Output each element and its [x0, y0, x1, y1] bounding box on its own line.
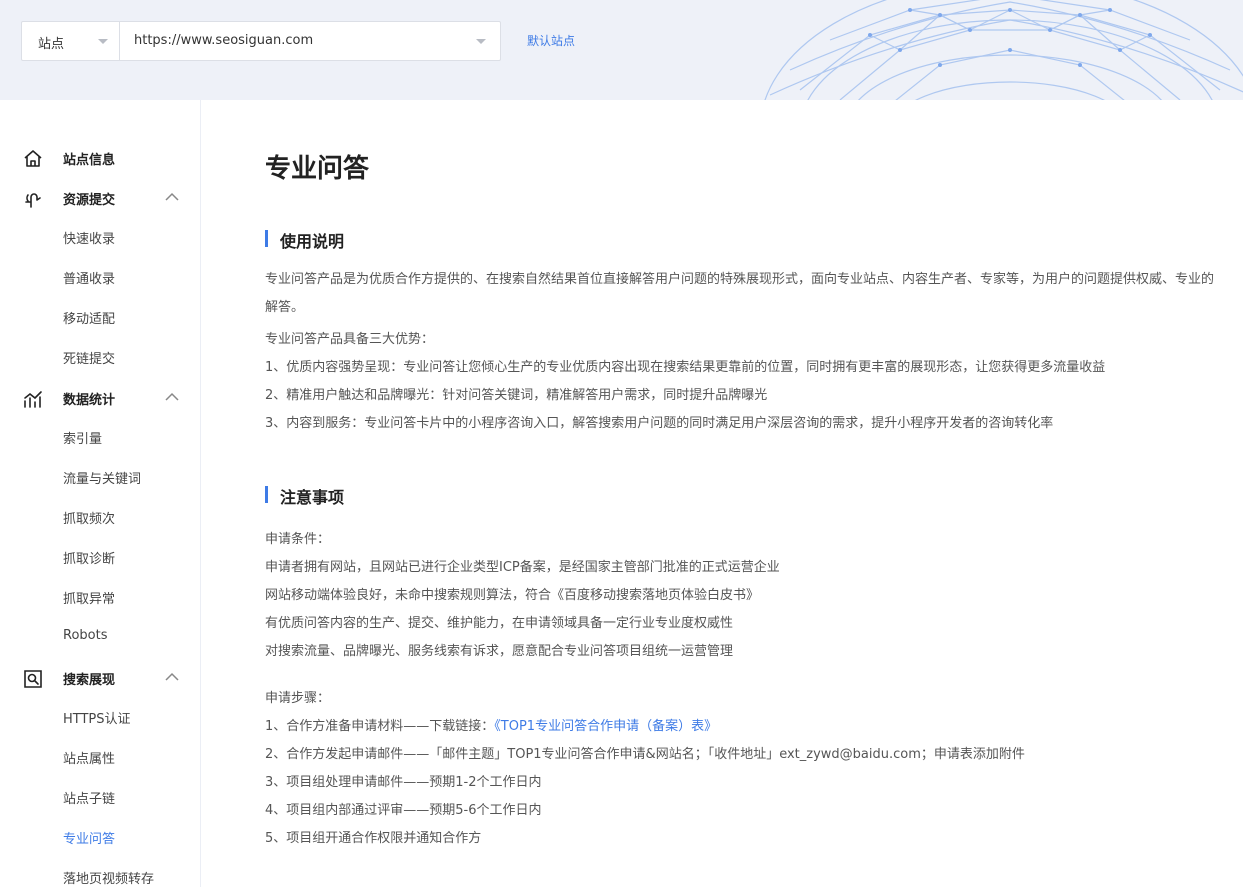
main-content: 专业问答 使用说明 专业问答产品是为优质合作方提供的、在搜索自然结果首位直接解答…	[201, 100, 1243, 887]
sidebar-item-quick-index[interactable]: 快速收录	[0, 217, 200, 257]
step-item: 4、项目组内部通过评审——预期5-6个工作日内	[265, 803, 542, 818]
advantage-item: 2、精准用户触达和品牌曝光：针对问答关键词，精准解答用户需求，同时提升品牌曝光	[265, 388, 768, 403]
advantage-item: 1、优质内容强势呈现：专业问答让您倾心生产的专业优质内容出现在搜索结果更靠前的位…	[265, 360, 1106, 375]
sidebar-item-label: 抓取异常	[63, 592, 116, 607]
sidebar-item-robots[interactable]: Robots	[0, 617, 200, 657]
sidebar-item-traffic-keywords[interactable]: 流量与关键词	[0, 457, 200, 497]
chevron-up-icon[interactable]	[165, 670, 179, 684]
sidebar-item-label: 抓取频次	[63, 512, 116, 527]
section-heading-notes: 注意事项	[265, 484, 344, 508]
sidebar-item-site-attributes[interactable]: 站点属性	[0, 737, 200, 777]
sidebar-item-label: 站点子链	[63, 792, 116, 807]
sidebar-group-label: 数据统计	[63, 393, 116, 408]
sidebar-item-crawl-diagnosis[interactable]: 抓取诊断	[0, 537, 200, 577]
condition-item: 对搜索流量、品牌曝光、服务线索有诉求，愿意配合专业问答项目组统一运营管理	[265, 644, 734, 659]
sidebar-item-mobile-adapt[interactable]: 移动适配	[0, 297, 200, 337]
sidebar-item-label: Robots	[63, 628, 108, 643]
chevron-up-icon[interactable]	[165, 390, 179, 404]
step-item: 5、项目组开通合作权限并通知合作方	[265, 831, 482, 846]
home-icon	[24, 150, 42, 167]
sidebar-item-label: 索引量	[63, 432, 103, 447]
section-heading-usage: 使用说明	[265, 228, 344, 252]
chevron-down-icon	[98, 39, 108, 44]
sidebar-item-label: 专业问答	[63, 832, 116, 847]
sidebar-group-label: 站点信息	[63, 153, 116, 168]
page-title: 专业问答	[265, 154, 370, 184]
condition-item: 网站移动端体验良好，未命中搜索规则算法，符合《百度移动搜索落地页体验白皮书》	[265, 588, 760, 603]
usage-intro: 专业问答产品是为优质合作方提供的、在搜索自然结果首位直接解答用户问题的特殊展现形…	[265, 272, 1215, 315]
sidebar-group-search-display[interactable]: 搜索展现	[0, 658, 200, 698]
sidebar-group-label: 资源提交	[63, 193, 116, 208]
sidebar-item-landing-video[interactable]: 落地页视频转存	[0, 857, 200, 887]
top-header: 站点 https://www.seosiguan.com 默认站点	[0, 0, 1243, 100]
sidebar-group-resource-submit[interactable]: 资源提交	[0, 178, 200, 218]
sidebar-item-site-sublinks[interactable]: 站点子链	[0, 777, 200, 817]
step-text: 1、合作方准备申请材料——下载链接：	[265, 719, 495, 734]
sidebar-item-label: 流量与关键词	[63, 472, 142, 487]
conditions-title: 申请条件：	[265, 532, 331, 547]
site-selector: 站点 https://www.seosiguan.com	[21, 21, 501, 61]
step-item: 1、合作方准备申请材料——下载链接：《TOP1专业问答合作申请（备案）表》	[265, 715, 717, 734]
advantage-item: 3、内容到服务：专业问答卡片中的小程序咨询入口，解答搜索用户问题的同时满足用户深…	[265, 416, 1054, 431]
sidebar-nav: 站点信息 资源提交 快速收录 普通收录 移动适配 死链提交 数据统计 索引量 流…	[0, 100, 201, 887]
chevron-down-icon[interactable]	[476, 39, 486, 44]
application-form-download-link[interactable]: 《TOP1专业问答合作申请（备案）表》	[494, 719, 717, 734]
sidebar-item-label: 抓取诊断	[63, 552, 116, 567]
site-type-dropdown[interactable]: 站点	[22, 22, 120, 60]
sidebar-item-label: 站点属性	[63, 752, 116, 767]
sidebar-item-label: HTTPS认证	[63, 712, 131, 727]
stats-icon	[24, 391, 42, 408]
step-item: 2、合作方发起申请邮件——「邮件主题」TOP1专业问答合作申请&网站名；「收件地…	[265, 747, 1025, 762]
submit-icon	[25, 193, 41, 208]
sidebar-item-professional-qa[interactable]: 专业问答	[0, 817, 200, 857]
default-site-link[interactable]: 默认站点	[527, 32, 575, 49]
sidebar-item-crawl-errors[interactable]: 抓取异常	[0, 577, 200, 617]
search-display-icon	[24, 670, 42, 688]
sidebar-group-data-stats[interactable]: 数据统计	[0, 378, 200, 418]
sidebar-item-dead-link[interactable]: 死链提交	[0, 337, 200, 377]
sidebar-group-site-info[interactable]: 站点信息	[0, 138, 200, 178]
sidebar-group-label: 搜索展现	[63, 673, 116, 688]
sidebar-item-label: 落地页视频转存	[63, 872, 155, 887]
globe-decoration-icon	[764, 0, 1243, 100]
condition-item: 申请者拥有网站，且网站已进行企业类型ICP备案，是经国家主管部门批准的正式运营企…	[265, 560, 780, 575]
sidebar-item-https-auth[interactable]: HTTPS认证	[0, 697, 200, 737]
sidebar-item-label: 死链提交	[63, 352, 116, 367]
sidebar-item-label: 快速收录	[63, 232, 116, 247]
condition-item: 有优质问答内容的生产、提交、维护能力，在申请领域具备一定行业专业度权威性	[265, 616, 734, 631]
sidebar-item-index-volume[interactable]: 索引量	[0, 417, 200, 457]
step-item: 3、项目组处理申请邮件——预期1-2个工作日内	[265, 775, 542, 790]
chevron-up-icon[interactable]	[165, 190, 179, 204]
steps-title: 申请步骤：	[265, 691, 331, 706]
advantages-title: 专业问答产品具备三大优势：	[265, 332, 435, 347]
sidebar-item-normal-index[interactable]: 普通收录	[0, 257, 200, 297]
site-type-label: 站点	[38, 37, 65, 52]
sidebar-item-crawl-frequency[interactable]: 抓取频次	[0, 497, 200, 537]
sidebar-item-label: 普通收录	[63, 272, 116, 287]
sidebar-item-label: 移动适配	[63, 312, 116, 327]
site-url-dropdown[interactable]: https://www.seosiguan.com	[134, 33, 313, 48]
